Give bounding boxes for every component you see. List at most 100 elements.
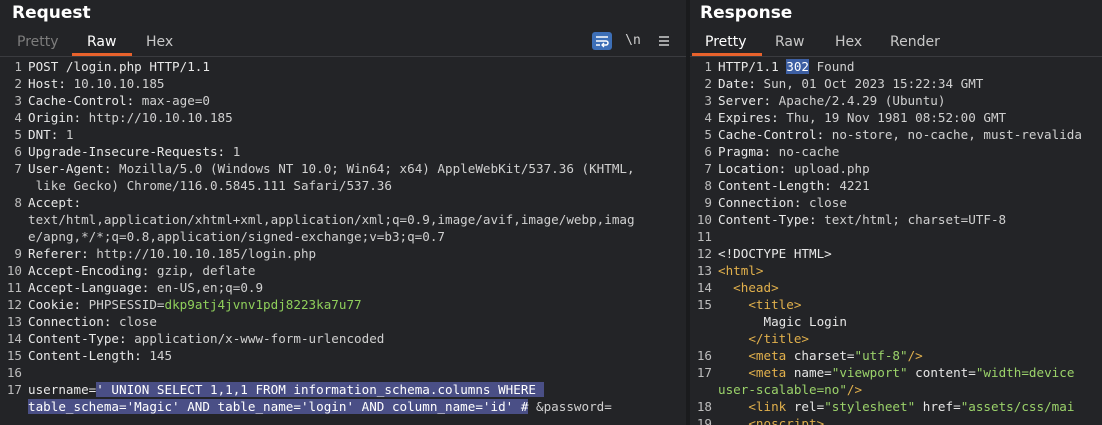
line-number: 14 [6,331,22,346]
line-text: <noscript> [718,416,824,425]
html-token [718,314,764,329]
line-text: Connection: close [718,195,847,210]
line-text: like Gecko) Chrome/116.0.5845.111 Safari… [28,178,392,193]
tab-raw[interactable]: Raw [87,34,116,50]
header-value: 4221 [831,178,870,193]
html-token [718,365,748,380]
header-value: Apache/2.4.29 (Ubuntu) [771,93,946,108]
menu-icon[interactable] [654,32,674,50]
line-text: <meta charset="utf-8"/> [718,348,922,363]
line-text: username=' UNION SELECT 1,1,1 FROM infor… [28,382,544,397]
header-name: <!DOCTYPE HTML> [718,246,832,261]
html-token [718,297,748,312]
header-name: User-Agent: [28,161,112,176]
header-value: 1 [58,127,74,142]
header-name: Accept-Language: [28,280,150,295]
line-number: 7 [14,161,22,176]
line-number: 2 [704,76,712,91]
line-number: 5 [704,127,712,142]
line-number: 9 [14,246,22,261]
tab-raw[interactable]: Raw [775,34,804,50]
tab-render[interactable]: Render [890,34,940,50]
html-token: "utf-8" [854,348,908,363]
header-value: no-cache [771,144,840,159]
tab-pretty[interactable]: Pretty [17,34,59,50]
html-token [718,399,748,414]
tab-pretty[interactable]: Pretty [705,34,747,50]
line-number: 13 [6,314,22,329]
header-name: Connection: [718,195,802,210]
line-number: 7 [704,161,712,176]
line-number: 15 [6,348,22,363]
header-name: Content-Length: [718,178,832,193]
cookie-value: dkp9atj4jvnv1pdj8223ka7u77 [164,297,362,312]
html-token: content= [907,365,976,380]
line-number: 12 [6,297,22,312]
header-value: e/apng,*/*;q=0.8,application/signed-exch… [28,229,446,244]
header-name: Connection: [28,314,112,329]
html-token: rel= [793,399,825,414]
header-name: Content-Type: [28,331,127,346]
header-value: &password= [528,399,612,414]
line-number: 14 [696,280,712,295]
line-text: HTTP/1.1 302 Found [718,59,855,74]
line-number: 11 [6,280,22,295]
header-name: Cache-Control: [28,93,135,108]
line-text: <head> [718,280,779,295]
header-name: username= [28,382,97,397]
header-name: Accept: [28,195,82,210]
html-token: </title> [748,331,810,346]
status-code: 302 [786,59,809,74]
header-value: Mozilla/5.0 (Windows NT 10.0; Win64; x64… [111,161,635,176]
request-tabs: Pretty Raw Hex \n [0,30,686,56]
line-number: 6 [704,144,712,159]
line-text: table_schema='Magic' AND table_name='log… [28,399,612,414]
tab-hex[interactable]: Hex [835,34,862,50]
line-text: Accept-Language: en-US,en;q=0.9 [28,280,263,295]
header-value: close [801,195,847,210]
header-value: upload.php [786,161,870,176]
header-name: Pragma: [718,144,772,159]
header-value: en-US,en;q=0.9 [149,280,264,295]
line-text: <!DOCTYPE HTML> [718,246,832,261]
html-token: user-scalable=no" [718,382,847,397]
line-text: Upgrade-Insecure-Requests: 1 [28,144,240,159]
header-name: Cache-Control: [718,127,825,142]
header-value: application/x-www-form-urlencoded [126,331,385,346]
line-number: 18 [696,399,712,414]
html-token [718,416,748,425]
line-text: text/html,application/xhtml+xml,applicat… [28,212,635,227]
selected-payload: ' UNION SELECT 1,1,1 FROM information_sc… [96,382,544,397]
wrap-lines-icon[interactable] [592,32,612,50]
html-token: Magic Login [763,314,847,329]
header-name: Location: [718,161,787,176]
line-text: Cache-Control: no-store, no-cache, must-… [718,127,1082,142]
html-token: "width=device [975,365,1075,380]
line-text: <link rel="stylesheet" href="assets/css/… [718,399,1074,414]
line-text: Referer: http://10.10.10.185/login.php [28,246,316,261]
header-name: HTTP/1.1 [718,59,787,74]
html-token: <title> [748,297,802,312]
header-name: Date: [718,76,756,91]
line-number: 1 [14,59,22,74]
html-token: name= [793,365,832,380]
line-text: </title> [718,331,809,346]
tab-hex[interactable]: Hex [146,34,173,50]
header-name: Origin: [28,110,82,125]
line-text: e/apng,*/*;q=0.8,application/signed-exch… [28,229,445,244]
line-number: 4 [704,110,712,125]
request-toolbar-divider [0,56,686,57]
line-number: 8 [14,195,22,210]
newline-icon[interactable]: \n [623,32,643,50]
html-token: <link [748,399,794,414]
header-value: like Gecko) Chrome/116.0.5845.111 Safari… [28,178,392,193]
line-text: Magic Login [718,314,847,329]
line-text: User-Agent: Mozilla/5.0 (Windows NT 10.0… [28,161,635,176]
line-number: 19 [696,416,712,425]
header-value: Sun, 01 Oct 2023 15:22:34 GMT [755,76,984,91]
html-token [718,331,748,346]
line-number: 13 [696,263,712,278]
line-text: Accept-Encoding: gzip, deflate [28,263,255,278]
header-name: POST /login.php HTTP/1.1 [28,59,210,74]
line-text: Cache-Control: max-age=0 [28,93,210,108]
